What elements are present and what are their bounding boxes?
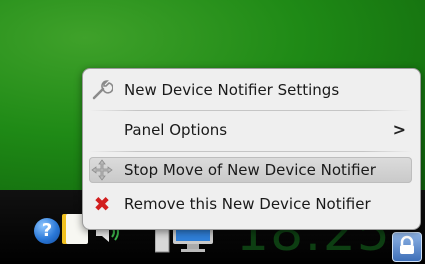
wrench-icon	[89, 79, 115, 101]
menu-item-label: New Device Notifier Settings	[124, 81, 340, 99]
move-icon	[89, 159, 115, 181]
menu-item-remove[interactable]: ✖ Remove this New Device Notifier	[89, 191, 412, 217]
device-notifier-icon[interactable]	[392, 232, 422, 262]
menu-item-settings[interactable]: New Device Notifier Settings	[89, 77, 412, 103]
menu-item-panel-options[interactable]: Panel Options >	[89, 117, 412, 143]
menu-separator	[89, 151, 412, 152]
menu-separator	[89, 110, 412, 111]
menu-item-stop-move[interactable]: Stop Move of New Device Notifier	[89, 157, 412, 183]
help-icon[interactable]: ?	[34, 218, 60, 244]
context-menu: New Device Notifier Settings Panel Optio…	[82, 68, 421, 230]
remove-x-icon: ✖	[93, 192, 111, 216]
menu-item-label: Panel Options	[124, 121, 228, 139]
menu-item-label: Stop Move of New Device Notifier	[124, 161, 376, 179]
submenu-arrow-icon: >	[392, 120, 406, 139]
menu-item-label: Remove this New Device Notifier	[124, 195, 371, 213]
